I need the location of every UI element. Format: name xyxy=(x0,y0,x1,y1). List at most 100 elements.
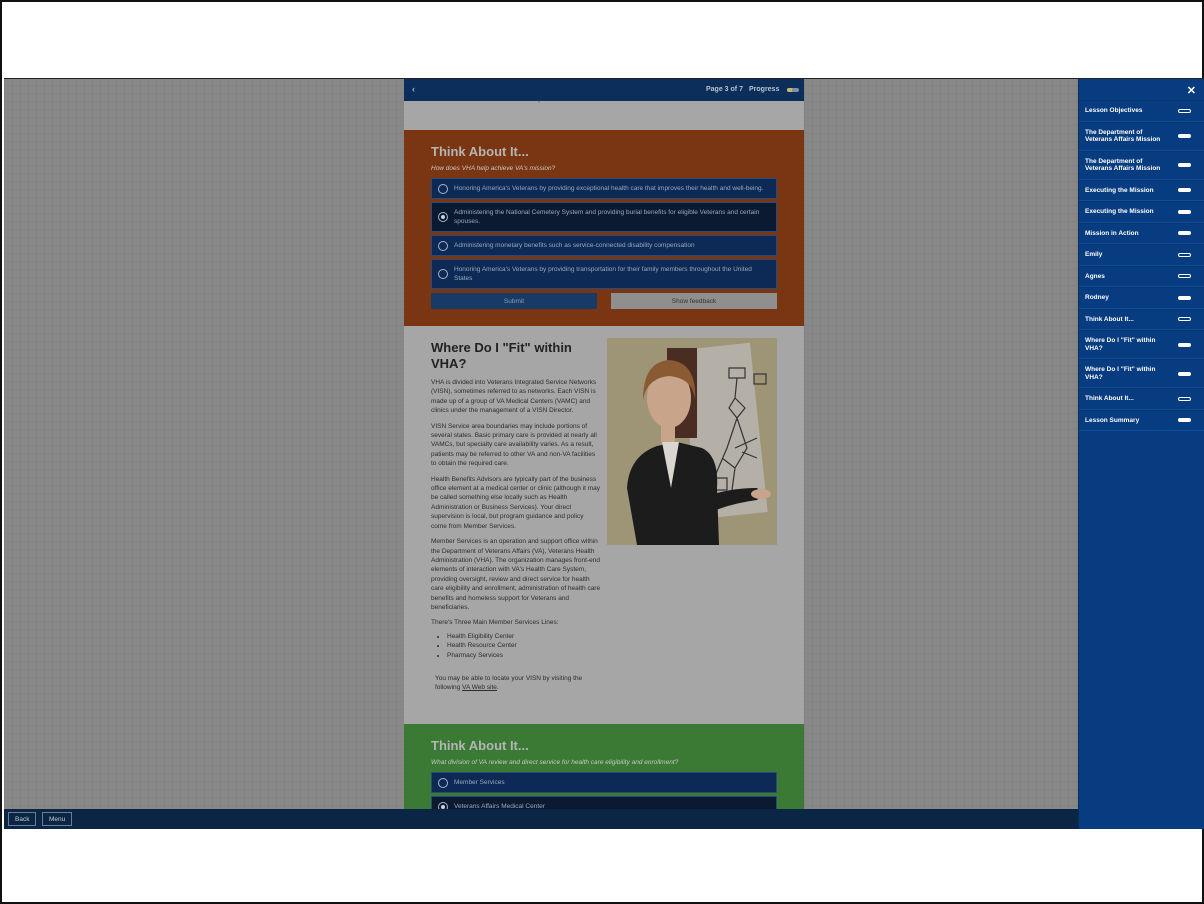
progress-bar xyxy=(787,88,799,92)
answer-option-label: Administering monetary benefits such as … xyxy=(454,242,695,249)
completion-indicator-incomplete xyxy=(1178,274,1191,279)
menu-item[interactable]: The Department of Veterans Affairs Missi… xyxy=(1079,150,1204,180)
progress-label[interactable]: Progress xyxy=(749,86,779,93)
radio-selected-icon[interactable] xyxy=(438,801,448,809)
answer-options: Honoring America's Veterans by providing… xyxy=(431,178,777,289)
completion-indicator-complete xyxy=(1178,163,1191,167)
menu-item-label: Rodney xyxy=(1085,294,1109,301)
show-feedback-button[interactable]: Show feedback xyxy=(611,293,777,309)
question-actions: Submit Show feedback xyxy=(431,293,777,309)
menu-item[interactable]: Executing the Mission xyxy=(1079,201,1204,223)
completion-indicator-complete xyxy=(1178,231,1191,236)
locate-text: You may be able to locate your VISN by v… xyxy=(435,674,583,692)
think-about-it-block: Think About It... How does VHA help achi… xyxy=(404,130,804,326)
completion-indicator-complete xyxy=(1178,342,1191,347)
menu-item-label: Executing the Mission xyxy=(1085,208,1154,215)
back-button[interactable]: Back xyxy=(8,812,37,826)
menu-item-label: Emily xyxy=(1085,251,1103,258)
menu-item-label: Where Do I "Fit" within VHA? xyxy=(1085,366,1156,381)
menu-item[interactable]: Think About It... xyxy=(1079,388,1204,410)
va-web-site-link[interactable]: VA Web site xyxy=(462,684,497,691)
completion-indicator-complete xyxy=(1178,188,1191,193)
completion-indicator-complete xyxy=(1178,209,1191,214)
paragraph: Member Services is an operation and supp… xyxy=(431,538,601,611)
answer-option-label: Honoring America's Veterans by providing… xyxy=(454,185,764,192)
answer-option-label: Member Services xyxy=(454,779,505,786)
menu-item-label: Mission in Action xyxy=(1085,229,1139,237)
radio-icon[interactable] xyxy=(438,777,448,788)
locate-visn-text: You may be able to locate your VISN by v… xyxy=(435,674,595,693)
screen-frame: ‹ Page 3 of 7 Progress locations with ot… xyxy=(0,0,1204,904)
completion-indicator-incomplete xyxy=(1178,317,1191,322)
think-title: Think About It... xyxy=(431,738,529,753)
completion-indicator-complete xyxy=(1178,371,1191,376)
answer-option[interactable]: Honoring America's Veterans by providing… xyxy=(431,178,777,199)
completion-indicator-incomplete xyxy=(1178,108,1191,113)
answer-option-label: Administering the National Cemetery Syst… xyxy=(454,209,760,225)
menu-item-label: Executing the Mission xyxy=(1085,186,1154,194)
radio-icon[interactable] xyxy=(438,269,448,279)
menu-item[interactable]: Think About It... xyxy=(1079,308,1204,330)
completion-indicator-complete xyxy=(1178,418,1191,423)
course-stage: ‹ Page 3 of 7 Progress locations with ot… xyxy=(4,78,1204,829)
menu-item-label: The Department of Veterans Affairs Missi… xyxy=(1085,128,1161,144)
menu-item-label: Agnes xyxy=(1085,272,1105,280)
menu-item-label: Where Do I "Fit" within VHA? xyxy=(1085,337,1156,352)
answer-option[interactable]: Veterans Affairs Medical Center xyxy=(431,796,777,809)
close-icon[interactable]: ✕ xyxy=(1187,84,1196,97)
completion-indicator-complete xyxy=(1178,295,1191,300)
presenter-photo xyxy=(607,338,777,545)
think-about-it-block-2: Think About It... What division of VA re… xyxy=(404,724,804,809)
menu-item[interactable]: Where Do I "Fit" within VHA? xyxy=(1079,330,1204,359)
list-item: Health Resource Center xyxy=(447,641,777,650)
list-item: Health Eligibility Center xyxy=(447,632,777,641)
chevron-left-icon[interactable]: ‹ xyxy=(412,84,415,94)
paragraph: There's Three Main Member Services Lines… xyxy=(431,619,559,627)
completion-indicator-complete xyxy=(1178,134,1191,138)
completion-indicator-incomplete xyxy=(1178,252,1191,257)
menu-item[interactable]: Agnes xyxy=(1079,265,1204,287)
menu-item-label: Lesson Objectives xyxy=(1085,107,1143,114)
menu-item-label: Think About It... xyxy=(1085,395,1134,402)
menu-item[interactable]: Emily xyxy=(1079,244,1204,266)
submit-button[interactable]: Submit xyxy=(431,293,597,309)
services-list: Health Eligibility Center Health Resourc… xyxy=(447,632,777,660)
answer-option[interactable]: Honoring America's Veterans by providing… xyxy=(431,259,777,289)
lesson-page: ‹ Page 3 of 7 Progress locations with ot… xyxy=(404,79,804,809)
progress-bar-fill xyxy=(787,88,793,92)
answer-option[interactable]: Member Services xyxy=(431,772,777,793)
menu-item[interactable]: Executing the Mission xyxy=(1079,179,1204,201)
menu-item[interactable]: The Department of Veterans Affairs Missi… xyxy=(1079,121,1204,151)
answer-option-label: Veterans Affairs Medical Center xyxy=(454,803,545,809)
paragraph: VISN Service area boundaries may include… xyxy=(431,422,597,468)
menu-item[interactable]: Rodney xyxy=(1079,287,1204,309)
section-title: Where Do I "Fit" within VHA? xyxy=(431,340,572,371)
radio-icon[interactable] xyxy=(438,240,448,251)
bottom-nav-bar: Back Menu xyxy=(4,809,1078,829)
page-header: ‹ Page 3 of 7 Progress xyxy=(404,79,804,101)
completion-indicator-incomplete xyxy=(1178,396,1191,401)
paragraph: Health Benefits Advisors are typically p… xyxy=(431,475,600,530)
menu-item-label: Lesson Summary xyxy=(1085,416,1140,424)
menu-button[interactable]: Menu xyxy=(42,812,73,826)
presenter-illustration xyxy=(607,338,777,545)
menu-item[interactable]: Lesson Summary xyxy=(1079,409,1204,431)
think-question: What division of VA review and direct se… xyxy=(431,759,679,766)
menu-item[interactable]: Lesson Objectives xyxy=(1079,100,1204,122)
answer-option-label: Honoring America's Veterans by providing… xyxy=(454,266,752,282)
locate-end: . xyxy=(496,684,499,692)
menu-item-label: The Department of Veterans Affairs Missi… xyxy=(1085,157,1161,173)
think-question: How does VHA help achieve VA's mission? xyxy=(431,165,556,172)
paragraph: VHA is divided into Veterans Integrated … xyxy=(431,379,597,415)
page-indicator: Page 3 of 7 xyxy=(706,86,743,93)
radio-icon[interactable] xyxy=(438,183,448,194)
menu-item[interactable]: Mission in Action xyxy=(1079,222,1204,244)
list-item: Pharmacy Services xyxy=(447,651,777,660)
lesson-menu-sidebar: ✕ Lesson Objectives The Department of Vet… xyxy=(1078,79,1204,829)
radio-selected-icon[interactable] xyxy=(438,212,448,222)
menu-item[interactable]: Where Do I "Fit" within VHA? xyxy=(1079,359,1204,388)
lesson-menu-list: Lesson Objectives The Department of Veter… xyxy=(1079,100,1204,431)
answer-option[interactable]: Administering monetary benefits such as … xyxy=(431,235,777,256)
answer-option[interactable]: Administering the National Cemetery Syst… xyxy=(431,202,777,232)
answer-options: Member Services Veterans Affairs Medical … xyxy=(431,772,777,809)
